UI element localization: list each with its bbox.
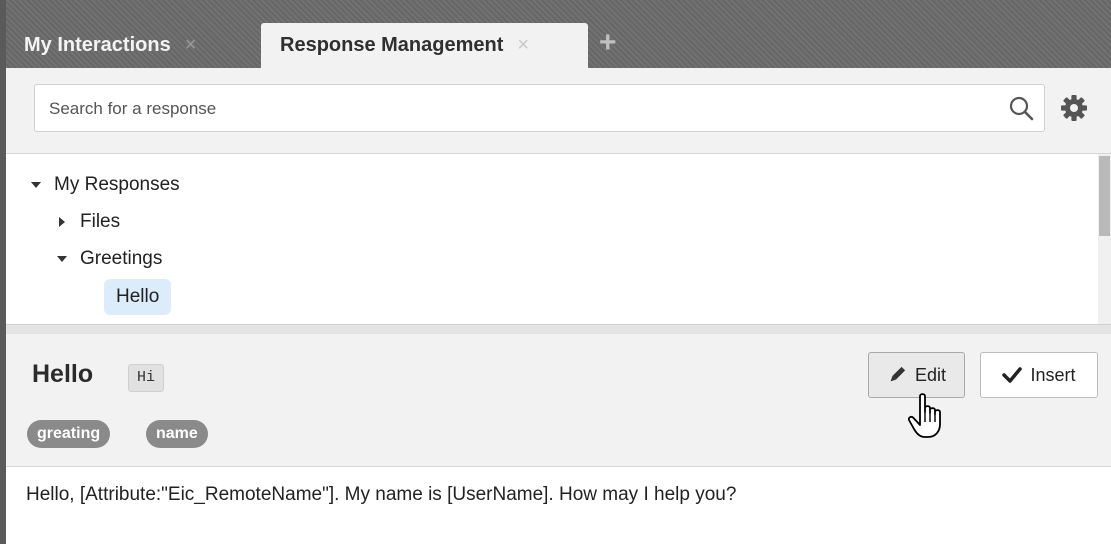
tab-response-management[interactable]: Response Management × (261, 23, 588, 68)
add-tab-icon[interactable]: + (599, 23, 617, 63)
search-icon[interactable] (1008, 95, 1034, 121)
tree-item-greetings[interactable]: Greetings (56, 244, 162, 274)
tag-badge[interactable]: greating (27, 420, 111, 448)
caret-down-icon[interactable] (56, 253, 68, 265)
scrollbar-thumb[interactable] (1099, 156, 1110, 236)
tag-badge[interactable]: name (146, 420, 208, 448)
caret-down-icon[interactable] (30, 179, 42, 191)
tab-label: My Interactions (24, 34, 171, 56)
gear-icon[interactable] (1059, 93, 1089, 123)
pencil-icon (890, 366, 906, 382)
search-input[interactable] (35, 85, 1011, 133)
response-title: Hello (32, 360, 94, 388)
response-body-text: Hello, [Attribute:"Eic_RemoteName"]. My … (26, 484, 737, 505)
insert-button[interactable]: Insert (980, 352, 1098, 398)
tab-label: Response Management (280, 34, 504, 56)
search-area (6, 68, 1111, 154)
tab-bar: My Interactions × Response Management × … (6, 0, 1111, 68)
tree-item-label: Files (80, 211, 121, 232)
tree-scrollbar[interactable] (1098, 154, 1111, 324)
shortcut-badge: Hi (128, 364, 165, 392)
edit-button-label: Edit (914, 364, 947, 385)
checkmark-icon (1002, 367, 1023, 383)
tree-item-label: Hello (116, 286, 160, 307)
hand-pointer-icon (907, 393, 941, 438)
tree-item-label: My Responses (54, 174, 180, 195)
insert-button-label: Insert (1030, 364, 1076, 385)
tab-close-icon[interactable]: × (517, 34, 529, 57)
tree-item-files[interactable]: Files (56, 207, 120, 237)
tab-close-icon[interactable]: × (185, 34, 197, 57)
tree-item-label: Greetings (80, 248, 163, 269)
search-box (34, 84, 1045, 133)
response-tree: My Responses Files Greetings Hello (6, 154, 1098, 324)
tab-my-interactions[interactable]: My Interactions × (24, 23, 196, 68)
tree-item-hello[interactable]: Hello (104, 279, 172, 315)
tree-item-my-responses[interactable]: My Responses (30, 170, 180, 200)
caret-right-icon[interactable] (56, 216, 68, 228)
